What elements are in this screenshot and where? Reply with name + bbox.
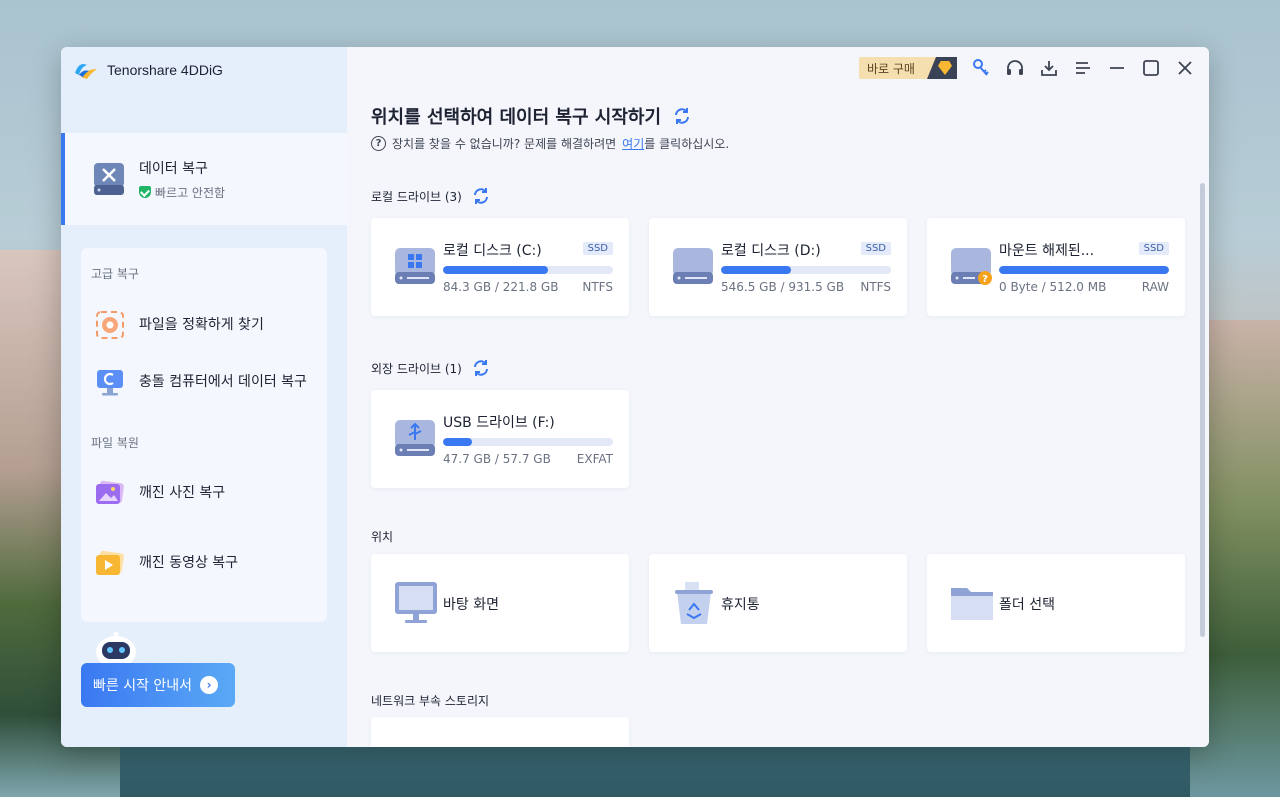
drive-usage-bar — [443, 438, 613, 446]
network-storage-label: 네트워크 부속 스토리지 — [371, 694, 490, 708]
drive-filesystem: NTFS — [860, 280, 891, 294]
location-name: 폴더 선택 — [999, 597, 1055, 613]
recycle-bin-icon — [671, 580, 717, 626]
drive-usage-bar — [443, 266, 613, 274]
local-drives-label-text: 로컬 드라이브 (3) — [371, 189, 462, 204]
drive-name: USB 드라이브 (F:) — [443, 415, 555, 431]
subtitle-text: 빠르고 안전함 — [155, 185, 226, 200]
photo-repair-icon — [93, 476, 127, 510]
crashed-computer-icon — [93, 365, 127, 399]
title-bar: 바로 구매 — [859, 57, 1195, 79]
minimize-icon[interactable] — [1107, 58, 1127, 78]
sidebar-item-data-recovery[interactable]: 데이터 복구 빠르고 안전함 — [61, 133, 347, 225]
help-hint-text: 장치를 찾을 수 없습니까? 문제를 해결하려면 — [392, 137, 617, 151]
help-link[interactable]: 여기 — [622, 135, 644, 152]
drive-usage-fill — [721, 266, 791, 274]
target-search-icon — [93, 308, 127, 342]
buy-now-label: 바로 구매 — [867, 61, 915, 76]
hard-drive-tools-icon — [91, 161, 127, 197]
desktop-monitor-icon — [393, 580, 439, 626]
unmounted-drive-icon: ? — [949, 244, 993, 288]
page-title: 위치를 선택하여 데이터 복구 시작하기 — [371, 103, 691, 129]
app-window: Tenorshare 4DDiG 데이터 복구 빠르고 안전함 고급 복구 파일… — [61, 47, 1209, 747]
help-hint: ? 장치를 찾을 수 없습니까? 문제를 해결하려면 여기 를 클릭하십시오. — [371, 135, 729, 152]
advanced-section-label: 고급 복구 — [91, 267, 139, 281]
repair-section-label: 파일 복원 — [91, 436, 139, 450]
menu-item-label: 충돌 컴퓨터에서 데이터 복구 — [139, 373, 307, 390]
external-drives-label-text: 외장 드라이브 (1) — [371, 361, 462, 376]
key-icon[interactable] — [971, 58, 991, 78]
location-name: 휴지통 — [721, 597, 760, 613]
arrow-right-icon: › — [200, 676, 219, 694]
sidebar: Tenorshare 4DDiG 데이터 복구 빠르고 안전함 고급 복구 파일… — [61, 47, 347, 747]
drive-size: 546.5 GB / 931.5 GB — [721, 280, 845, 294]
menu-icon[interactable] — [1073, 58, 1093, 78]
location-name: 바탕 화면 — [443, 597, 499, 613]
sidebar-item-title: 데이터 복구 — [139, 160, 208, 177]
drive-usage-bar — [721, 266, 891, 274]
hard-drive-icon — [671, 244, 715, 288]
location-card-desktop[interactable]: 바탕 화면 — [371, 554, 629, 652]
drive-name: 로컬 디스크 (D:) — [721, 243, 821, 259]
location-card-recycle-bin[interactable]: 휴지통 — [649, 554, 907, 652]
usb-drive-icon — [393, 416, 437, 460]
drive-type-badge: SSD — [1138, 242, 1169, 255]
download-icon[interactable] — [1039, 58, 1059, 78]
drive-usage-fill — [999, 266, 1169, 274]
location-card-select-folder[interactable]: 폴더 선택 — [927, 554, 1185, 652]
locations-label: 위치 — [371, 530, 394, 544]
brand: Tenorshare 4DDiG — [73, 59, 223, 81]
svg-text:?: ? — [982, 274, 988, 285]
drive-type-badge: SSD — [582, 242, 613, 255]
drive-name: 로컬 디스크 (C:) — [443, 243, 542, 259]
drive-size: 47.7 GB / 57.7 GB — [443, 452, 551, 466]
buy-now-button[interactable]: 바로 구매 — [859, 57, 957, 79]
refresh-icon[interactable] — [472, 359, 490, 377]
refresh-icon[interactable] — [472, 187, 490, 205]
drive-filesystem: RAW — [1141, 280, 1169, 294]
network-storage-card[interactable] — [371, 717, 629, 747]
help-hint-suffix: 를 클릭하십시오. — [644, 137, 730, 151]
menu-item-label: 깨진 동영상 복구 — [139, 554, 239, 571]
sidebar-item-subtitle: 빠르고 안전함 — [139, 184, 225, 201]
sidebar-item-crashed-pc[interactable]: 충돌 컴퓨터에서 데이터 복구 — [93, 365, 319, 399]
drive-card-usb[interactable]: USB 드라이브 (F:) 47.7 GB / 57.7 GB EXFAT — [371, 390, 629, 488]
drive-filesystem: EXFAT — [576, 452, 613, 466]
video-repair-icon — [93, 546, 127, 580]
guide-button-label: 빠른 시작 안내서 — [93, 678, 193, 694]
close-icon[interactable] — [1175, 58, 1195, 78]
drive-type-badge: SSD — [860, 242, 891, 255]
drive-usage-fill — [443, 438, 472, 446]
app-logo-icon — [73, 59, 99, 81]
app-name: Tenorshare 4DDiG — [107, 62, 223, 78]
drive-size: 84.3 GB / 221.8 GB — [443, 280, 559, 294]
drive-filesystem: NTFS — [582, 280, 613, 294]
sidebar-item-deep-find[interactable]: 파일을 정확하게 찾기 — [93, 308, 319, 342]
drive-usage-fill — [443, 266, 549, 274]
sidebar-item-video-repair[interactable]: 깨진 동영상 복구 — [93, 546, 319, 580]
headset-support-icon[interactable] — [1005, 58, 1025, 78]
drive-name: 마운트 해제된... — [999, 243, 1095, 259]
drive-card-unmounted[interactable]: ? 마운트 해제된... SSD 0 Byte / 512.0 MB RAW — [927, 218, 1185, 316]
drive-usage-bar — [999, 266, 1169, 274]
windows-drive-icon — [393, 244, 437, 288]
refresh-icon[interactable] — [673, 107, 691, 125]
quick-start-guide-button[interactable]: 빠른 시작 안내서 › — [81, 663, 235, 707]
advanced-panel: 고급 복구 파일을 정확하게 찾기 충돌 컴퓨터에서 데이터 복구 파일 복원 … — [81, 248, 327, 622]
page-title-text: 위치를 선택하여 데이터 복구 시작하기 — [371, 107, 662, 128]
folder-icon — [949, 580, 995, 626]
drive-card-c[interactable]: 로컬 디스크 (C:) SSD 84.3 GB / 221.8 GB NTFS — [371, 218, 629, 316]
scrollbar[interactable] — [1200, 183, 1205, 637]
drive-card-d[interactable]: 로컬 디스크 (D:) SSD 546.5 GB / 931.5 GB NTFS — [649, 218, 907, 316]
drive-size: 0 Byte / 512.0 MB — [999, 280, 1107, 294]
shield-check-icon — [139, 186, 151, 198]
menu-item-label: 깨진 사진 복구 — [139, 484, 226, 501]
external-drives-label: 외장 드라이브 (1) — [371, 359, 490, 377]
main-content: 바로 구매 위치를 선택하여 데이터 복구 시작하기 ? 장치를 찾을 수 없습… — [347, 47, 1209, 747]
question-icon: ? — [371, 136, 386, 151]
maximize-icon[interactable] — [1141, 58, 1161, 78]
local-drives-label: 로컬 드라이브 (3) — [371, 187, 490, 205]
sidebar-item-photo-repair[interactable]: 깨진 사진 복구 — [93, 476, 319, 510]
menu-item-label: 파일을 정확하게 찾기 — [139, 316, 264, 333]
